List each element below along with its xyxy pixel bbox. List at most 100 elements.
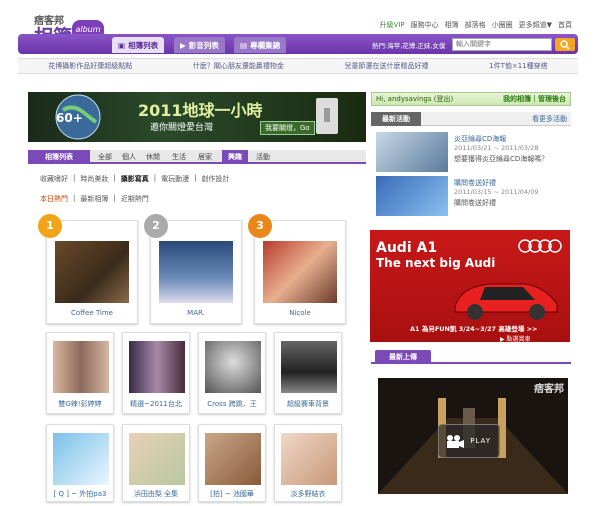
sort-tab[interactable]: 最新相簿 (80, 194, 108, 204)
news-item[interactable]: 購問卷送好禮 2011/03/15 ~ 2011/04/09 購問卷送好禮 (376, 176, 568, 216)
hot-keywords[interactable]: 熱門:海苹,花博,正妹,女僕 (372, 40, 445, 50)
nav-tab-videos[interactable]: ▶ 影音列表 (174, 37, 225, 53)
nav-tab-label: 影音列表 (188, 40, 219, 50)
album-icon: ▣ (118, 40, 126, 50)
album-title[interactable]: 浜田由梨 全集 (123, 489, 189, 499)
album-card[interactable]: 精選~2011台北 (122, 332, 190, 414)
tab-leisure[interactable]: 休閒 (146, 152, 160, 162)
tab-life[interactable]: 生活 (172, 152, 186, 162)
promo-link[interactable]: 花博攝影作品好康超級點點 (48, 61, 132, 71)
album-card[interactable]: Cross 跨跳．王 (198, 332, 266, 414)
album-title[interactable]: 雙G辣!彭婷婷 (47, 399, 113, 409)
album-card[interactable]: [拍] ~ 池國華 (198, 424, 266, 502)
album-card[interactable]: MAR. (150, 220, 242, 324)
promo-link[interactable]: 1件T恤×11種穿搭 (489, 61, 548, 71)
light-switch-icon (316, 98, 338, 134)
album-title[interactable]: Cross 跨跳．王 (199, 399, 265, 409)
sub-tab[interactable]: 收藏嗜好 (40, 174, 68, 184)
ad-footer[interactable]: A1 為另FUN凱 3/24~3/27 高雄登場 >> (410, 323, 538, 333)
earth-hour-banner[interactable]: 60+ 2011地球一小時 邀你關燈愛台灣 我要關燈，Go (28, 92, 366, 142)
tab-home[interactable]: 居家 (198, 152, 212, 162)
rank-badge: 1 (38, 214, 62, 238)
camera-icon (447, 435, 464, 448)
column-icon: ▤ (240, 40, 248, 50)
audi-ad[interactable]: Audi A1 The next big Audi A1 為另FUN凱 3/24… (370, 230, 570, 342)
album-thumbnail[interactable] (281, 341, 337, 393)
search-input[interactable] (452, 38, 552, 51)
sub-tab-selected[interactable]: 攝影寫真 (121, 174, 149, 184)
album-title[interactable]: Nicole (255, 309, 345, 317)
album-thumbnail[interactable] (205, 433, 261, 485)
news-title[interactable]: 炎亞綸尋CD海報 (454, 134, 506, 144)
news-header: 最新活動 看更多活動 (371, 112, 571, 126)
sort-tab[interactable]: 本日熱門 (40, 194, 68, 204)
nav-tab-columns[interactable]: ▤ 專欄集錦 (234, 37, 287, 53)
album-title[interactable]: Coffee Time (47, 309, 137, 317)
album-card[interactable]: 浜田由梨 全集 (122, 424, 190, 502)
album-title[interactable]: 精選~2011台北 (123, 399, 189, 409)
top-link[interactable]: 更多頻道▼ (519, 20, 552, 30)
video-player[interactable]: 痞客邦 PLAY (378, 378, 568, 494)
top-link[interactable]: 相簿 (445, 20, 459, 30)
sub-tab[interactable]: 創作設計 (201, 174, 229, 184)
user-greeting[interactable]: Hi, andysavings (登出) (376, 95, 453, 103)
news-more-link[interactable]: 看更多活動 (532, 114, 567, 124)
album-card[interactable]: [ Q ] ~ 外拍pa3 (46, 424, 114, 502)
album-thumbnail[interactable] (159, 241, 233, 303)
album-card[interactable]: 超級賽車背景 (274, 332, 342, 414)
album-card[interactable]: 淡多野結衣 (274, 424, 342, 502)
tab-all[interactable]: 全部 (98, 152, 112, 162)
play-button[interactable]: PLAY (438, 424, 500, 458)
tab-personal[interactable]: 個人 (122, 152, 136, 162)
top-link[interactable]: 升級VIP (380, 20, 405, 30)
album-title[interactable]: [ Q ] ~ 外拍pa3 (47, 489, 113, 499)
top-link[interactable]: 小圈圈 (492, 20, 513, 30)
play-label: PLAY (470, 437, 491, 445)
album-thumbnail[interactable] (205, 341, 261, 393)
album-card[interactable]: Nicole (254, 220, 346, 324)
news-desc: 購問卷送好禮 (454, 199, 496, 207)
album-thumbnail[interactable] (53, 341, 109, 393)
search-icon (560, 39, 570, 50)
album-title[interactable]: 淡多野結衣 (275, 489, 341, 499)
album-thumbnail[interactable] (53, 433, 109, 485)
album-thumbnail[interactable] (129, 341, 185, 393)
album-thumbnail[interactable] (263, 241, 337, 303)
top-link[interactable]: 服務中心 (411, 20, 439, 30)
sub-tab[interactable]: 電玩動漫 (161, 174, 189, 184)
video-icon: ▶ (180, 40, 186, 50)
user-bar: Hi, andysavings (登出) 我的相簿｜管理後台 (371, 92, 571, 106)
news-thumbnail[interactable] (376, 176, 448, 216)
news-title[interactable]: 購問卷送好禮 (454, 178, 496, 188)
latest-uploads-label: 最新上傳 (375, 350, 431, 364)
album-thumbnail[interactable] (129, 433, 185, 485)
top-link[interactable]: 部落格 (465, 20, 486, 30)
news-thumbnail[interactable] (376, 132, 448, 172)
album-title[interactable]: [拍] ~ 池國華 (199, 489, 265, 499)
tab-activity[interactable]: 活動 (256, 152, 270, 162)
nav-tab-albums[interactable]: ▣ 相簿列表 (112, 37, 165, 53)
album-title[interactable]: MAR. (151, 309, 241, 317)
search-button[interactable] (555, 38, 575, 51)
sub-category-tabs: 收藏嗜好 | 時尚美妝 | 攝影寫真 | 電玩動漫 | 創作設計 (40, 174, 230, 184)
sub-tab[interactable]: 時尚美妝 (80, 174, 108, 184)
album-card[interactable]: Coffee Time (46, 220, 138, 324)
promo-link[interactable]: 兒童節還在送什麼贈品好禮 (345, 61, 429, 71)
tab-interest[interactable]: 興趣 (222, 150, 248, 164)
album-title[interactable]: 超級賽車背景 (275, 399, 341, 409)
audi-rings-icon (518, 239, 562, 253)
svg-text:60+: 60+ (56, 111, 83, 125)
tab-album-list[interactable]: 相簿列表 (28, 150, 90, 164)
promo-bar: 花博攝影作品好康超級點點 什麼？關心朋友還能贏禮物金 兒童節還在送什麼贈品好禮 … (18, 58, 578, 74)
album-thumbnail[interactable] (281, 433, 337, 485)
nav-tab-label: 專欄集錦 (250, 40, 281, 50)
album-thumbnail[interactable] (55, 241, 129, 303)
user-links[interactable]: 我的相簿｜管理後台 (503, 93, 566, 105)
album-card[interactable]: 雙G辣!彭婷婷 (46, 332, 114, 414)
banner-go-button[interactable]: 我要關燈，Go (260, 121, 315, 135)
ad-note[interactable]: ▶ 點選賞車 (500, 334, 531, 342)
promo-link[interactable]: 什麼？關心朋友還能贏禮物金 (193, 61, 284, 71)
top-link[interactable]: 首頁 (558, 20, 572, 30)
news-item[interactable]: 炎亞綸尋CD海報 2011/03/21 ~ 2011/03/28 想要獲得炎亞綸… (376, 132, 568, 172)
sort-tab[interactable]: 近期熱門 (121, 194, 149, 204)
